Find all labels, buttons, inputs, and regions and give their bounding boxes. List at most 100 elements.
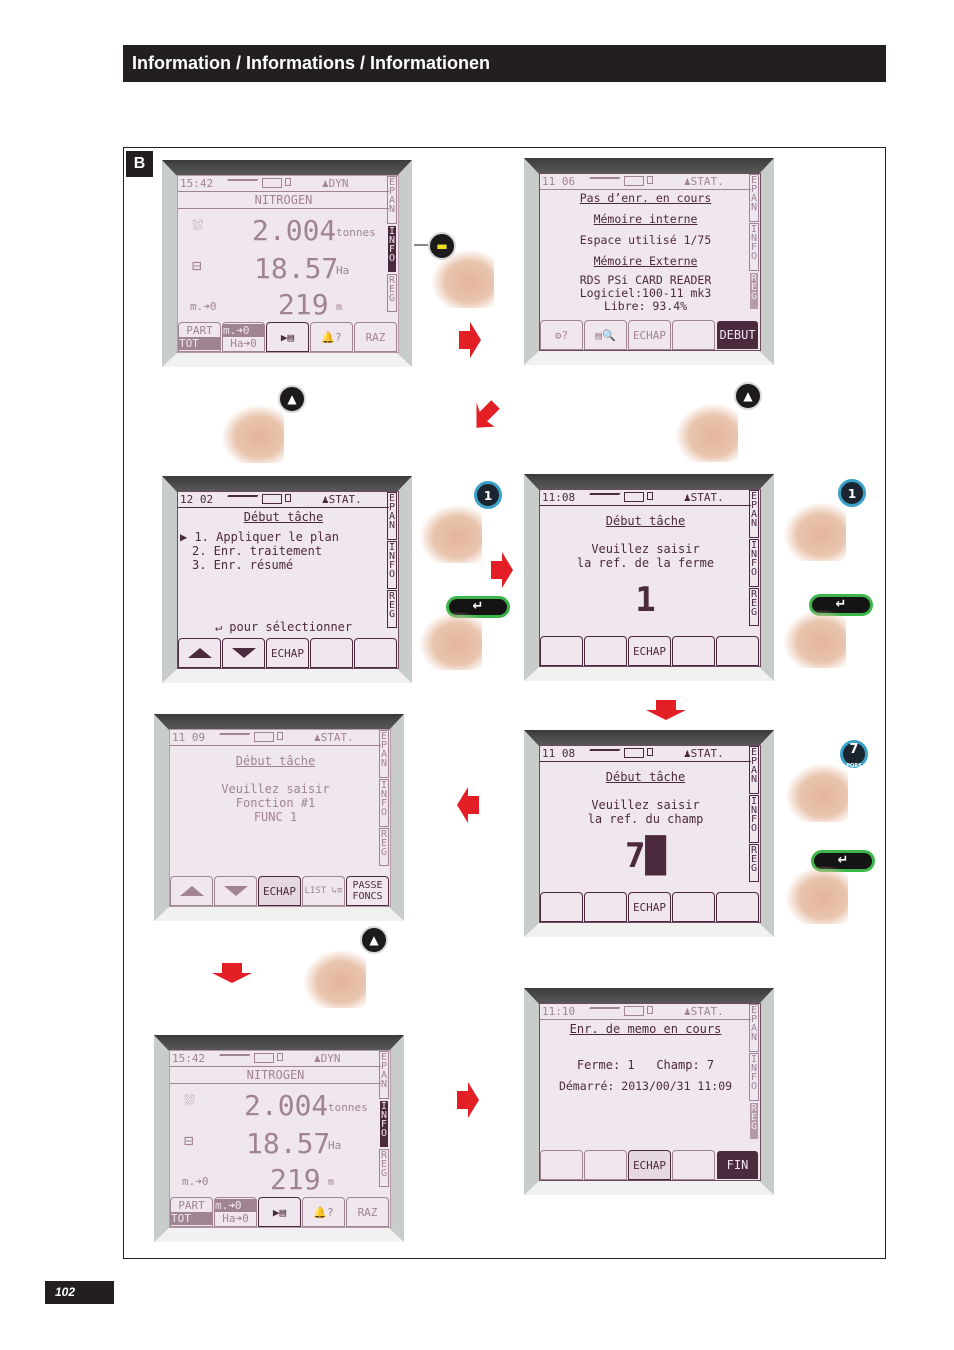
- empty-key[interactable]: [540, 892, 583, 922]
- card-icon: [647, 1006, 653, 1014]
- prompt-line-1: Veuillez saisir: [221, 782, 330, 796]
- fin-key[interactable]: FIN: [716, 1150, 759, 1180]
- controller-icon: [624, 176, 644, 186]
- alarm-key[interactable]: 🔔?: [302, 1197, 345, 1227]
- empty-key[interactable]: [584, 892, 627, 922]
- farm-ref-input[interactable]: 1: [540, 582, 751, 618]
- mode-indicator: ♟DYN: [322, 177, 349, 190]
- select-hint: ↵ pour sélectionner: [214, 620, 353, 634]
- list-key[interactable]: LIST ↳≡: [302, 876, 345, 906]
- device-screen-2: 11 06 ♟STAT. EPAN INFO REG Pas d’enr. en…: [524, 158, 774, 365]
- echap-key[interactable]: ECHAP: [628, 892, 671, 922]
- search-key[interactable]: ▤🔍: [584, 320, 627, 350]
- device-screen-4: 11:08 ♟STAT. EPAN INFO REG Début tâche V…: [524, 474, 774, 681]
- empty-key[interactable]: [716, 636, 759, 666]
- part-tot-key[interactable]: PART TOT: [178, 322, 221, 352]
- finger-hand-icon: [784, 610, 846, 668]
- lcd-display: 11 09 ♟STAT. EPAN INFO REG Début tâche V…: [169, 729, 391, 907]
- empty-key[interactable]: [310, 638, 353, 668]
- menu-item-2[interactable]: 2. Enr. traitement: [178, 544, 389, 558]
- card-icon: [647, 492, 653, 500]
- down-key[interactable]: [222, 638, 265, 668]
- reset-key[interactable]: m.➜0 Ha➜0: [214, 1197, 257, 1227]
- weight-value: 2.004: [244, 1089, 329, 1122]
- card-icon: [285, 178, 291, 186]
- space-used: Espace utilisé 1/75: [579, 233, 712, 247]
- prompt-line-3: FUNC 1: [253, 810, 298, 824]
- card-icon: [285, 494, 291, 502]
- mode-indicator: ♟DYN: [314, 1052, 341, 1065]
- up-key[interactable]: [170, 876, 213, 906]
- field-ref-input[interactable]: 7█: [540, 838, 751, 874]
- raz-key[interactable]: RAZ: [346, 1197, 389, 1227]
- empty-key[interactable]: [540, 636, 583, 666]
- part-tot-key[interactable]: PART TOT: [170, 1197, 213, 1227]
- device-screen-7: 15:42 ♟DYN EPAN INFO REG NITROGEN ⛆ 2.00…: [154, 1035, 404, 1242]
- distance-value: 219: [278, 288, 329, 321]
- passe-foncs-key[interactable]: PASSE FONCS: [346, 876, 389, 906]
- screen-title: Début tâche: [605, 770, 686, 784]
- empty-key[interactable]: [584, 1150, 627, 1180]
- echap-key[interactable]: ECHAP: [628, 636, 671, 666]
- echap-key[interactable]: ECHAP: [258, 876, 301, 906]
- echap-key[interactable]: ECHAP: [266, 638, 309, 668]
- empty-key[interactable]: [672, 892, 715, 922]
- empty-key[interactable]: [672, 1150, 715, 1180]
- prompt-line-1: Veuillez saisir: [591, 798, 700, 812]
- controller-icon: [624, 492, 644, 502]
- farm-field-line: Ferme: 1 Champ: 7: [576, 1058, 715, 1072]
- help-key[interactable]: ⚙?: [540, 320, 583, 350]
- empty-key[interactable]: [354, 638, 397, 668]
- status-bar: 11 09 ♟STAT.: [170, 730, 381, 746]
- leader-line: [414, 244, 428, 246]
- distance-unit: m: [328, 1177, 335, 1188]
- echap-key[interactable]: ECHAP: [628, 1150, 671, 1180]
- up-button[interactable]: ▲: [734, 382, 762, 410]
- prompt-line-1: Veuillez saisir: [591, 542, 700, 556]
- status-bar: 11:10 ♟STAT.: [540, 1004, 751, 1020]
- up-key[interactable]: [178, 638, 221, 668]
- screen-title: Début tâche: [605, 514, 686, 528]
- status-bar: 11:08 ♟STAT.: [540, 490, 751, 506]
- card-icon: [647, 176, 653, 184]
- empty-key[interactable]: [584, 636, 627, 666]
- device-screen-6: 11 08 ♟STAT. EPAN INFO REG Début tâche V…: [524, 730, 774, 937]
- weight-unit: tonnes: [328, 1101, 368, 1114]
- empty-key[interactable]: [672, 636, 715, 666]
- echap-key[interactable]: ECHAP: [628, 320, 671, 350]
- card-icon: [277, 732, 283, 740]
- mode-indicator: ♟STAT.: [684, 491, 724, 504]
- finger-hand-icon: [786, 866, 848, 924]
- mode-indicator: ♟STAT.: [322, 493, 362, 506]
- reset-key[interactable]: m.➜0 Ha➜0: [222, 322, 265, 352]
- empty-key[interactable]: [716, 892, 759, 922]
- status-bar: 15:42 ♟DYN: [178, 176, 389, 192]
- distance-unit: m: [336, 302, 343, 313]
- controller-icon: [254, 1053, 274, 1063]
- finger-hand-icon: [786, 764, 848, 822]
- next-page-key[interactable]: ▶▤: [258, 1197, 301, 1227]
- raz-key[interactable]: RAZ: [354, 322, 397, 352]
- mode-indicator: ♟STAT.: [314, 731, 354, 744]
- clock: 11:08: [542, 491, 576, 504]
- started-line: Démarré: 2013/00/31 11:09: [558, 1079, 733, 1093]
- clock: 15:42: [172, 1052, 206, 1065]
- down-key[interactable]: [214, 876, 257, 906]
- empty-key[interactable]: [672, 320, 715, 350]
- lcd-display: 11:10 ♟STAT. EPAN INFO REG Enr. de memo …: [539, 1003, 761, 1181]
- menu-item-1[interactable]: ▶ 1. Appliquer le plan: [178, 530, 389, 544]
- debut-key[interactable]: DEBUT: [716, 320, 759, 350]
- prompt-line-2: la ref. du champ: [587, 812, 704, 826]
- page-number: 102: [45, 1281, 114, 1304]
- menu-item-3[interactable]: 3. Enr. résumé: [178, 558, 389, 572]
- status-bar: 11 08 ♟STAT.: [540, 746, 751, 762]
- finger-hand-icon: [784, 503, 846, 561]
- distance-label: m.➜0: [182, 1175, 209, 1188]
- controller-icon: [624, 748, 644, 758]
- clock: 11 09: [172, 731, 206, 744]
- status-bar: 12 02 ♟STAT.: [178, 492, 389, 508]
- lcd-display: 11 08 ♟STAT. EPAN INFO REG Début tâche V…: [539, 745, 761, 923]
- alarm-key[interactable]: 🔔?: [310, 322, 353, 352]
- next-page-key[interactable]: ▶▤: [266, 322, 309, 352]
- empty-key[interactable]: [540, 1150, 583, 1180]
